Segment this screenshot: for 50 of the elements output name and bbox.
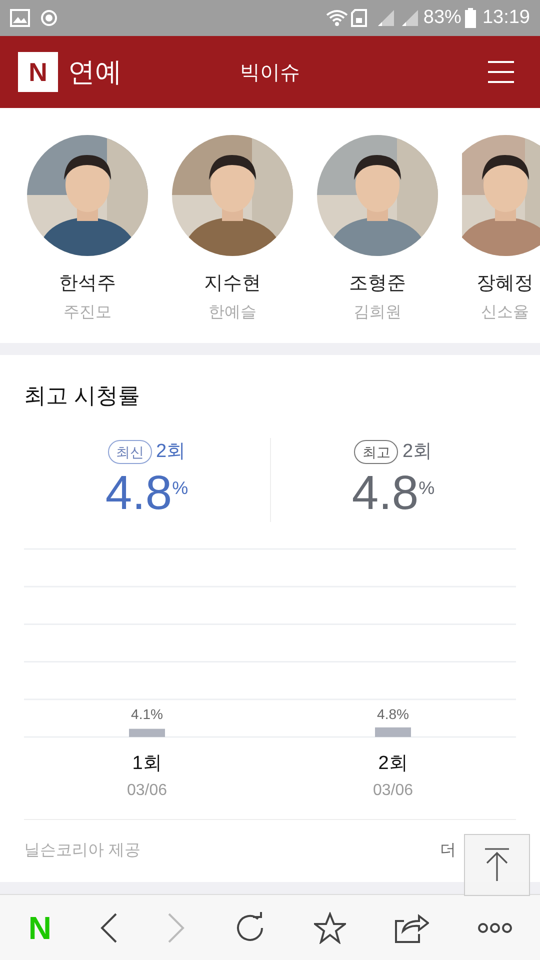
role-name: 신소율 [481, 302, 529, 322]
signal-icon [377, 9, 396, 27]
date-label: 03/06 [372, 780, 414, 800]
status-tag: 최신 [108, 440, 152, 464]
date-label: 03/06 [126, 780, 168, 800]
scroll-to-top-button[interactable] [464, 834, 530, 896]
battery-icon [465, 8, 476, 28]
rating-value: 4.8 [352, 466, 419, 520]
source-credit: 닐슨코리아 제공 [24, 841, 140, 861]
share-icon[interactable] [394, 912, 429, 942]
clock: 13:19 [482, 6, 530, 30]
cast-item[interactable]: 지수현 한예슬 [172, 135, 293, 343]
role-name: 김희원 [354, 302, 402, 322]
actor-name: 지수현 [204, 272, 261, 296]
episode-label: 1회 [132, 752, 162, 776]
battery-percentage: 83% [423, 6, 462, 30]
episode-label: 2회 [156, 440, 186, 464]
menu-icon[interactable] [488, 60, 514, 84]
percent-unit: % [418, 476, 435, 500]
cast-item[interactable]: 조형준 김희원 [317, 135, 438, 343]
more-icon[interactable] [478, 922, 512, 932]
actor-name: 장혜정 [476, 272, 534, 296]
logo[interactable]: N [18, 52, 58, 92]
data-label: 4.1% [130, 705, 164, 724]
bar [129, 728, 165, 737]
signal-icon [401, 9, 420, 27]
role-name: 한예슬 [208, 302, 256, 322]
role-name: 주진모 [64, 302, 112, 322]
arrow-up-icon [485, 848, 509, 882]
episode-label: 2회 [402, 440, 432, 464]
star-icon[interactable] [314, 912, 346, 944]
image-icon [10, 9, 30, 27]
cast-item[interactable]: 장혜정 신소율 [462, 135, 540, 343]
section-title[interactable]: 연예 [68, 52, 122, 92]
actor-name: 한석주 [59, 272, 116, 296]
wifi-icon [325, 9, 350, 27]
status-tag: 최고 [354, 440, 398, 464]
actor-name: 조형준 [349, 272, 406, 296]
data-label: 4.8% [376, 705, 410, 724]
cast-item[interactable]: 한석주 주진모 [27, 135, 148, 343]
back-icon[interactable] [100, 912, 118, 942]
percent-unit: % [172, 476, 188, 500]
episode-label: 2회 [378, 752, 408, 776]
more-link[interactable]: 더 [440, 839, 456, 863]
rating-value: 4.8 [105, 466, 172, 520]
page-title: 빅이슈 [240, 61, 300, 86]
section-heading: 최고 시청률 [24, 382, 142, 410]
bar [375, 727, 411, 737]
sim-card-icon [351, 9, 368, 27]
record-icon [40, 9, 58, 27]
